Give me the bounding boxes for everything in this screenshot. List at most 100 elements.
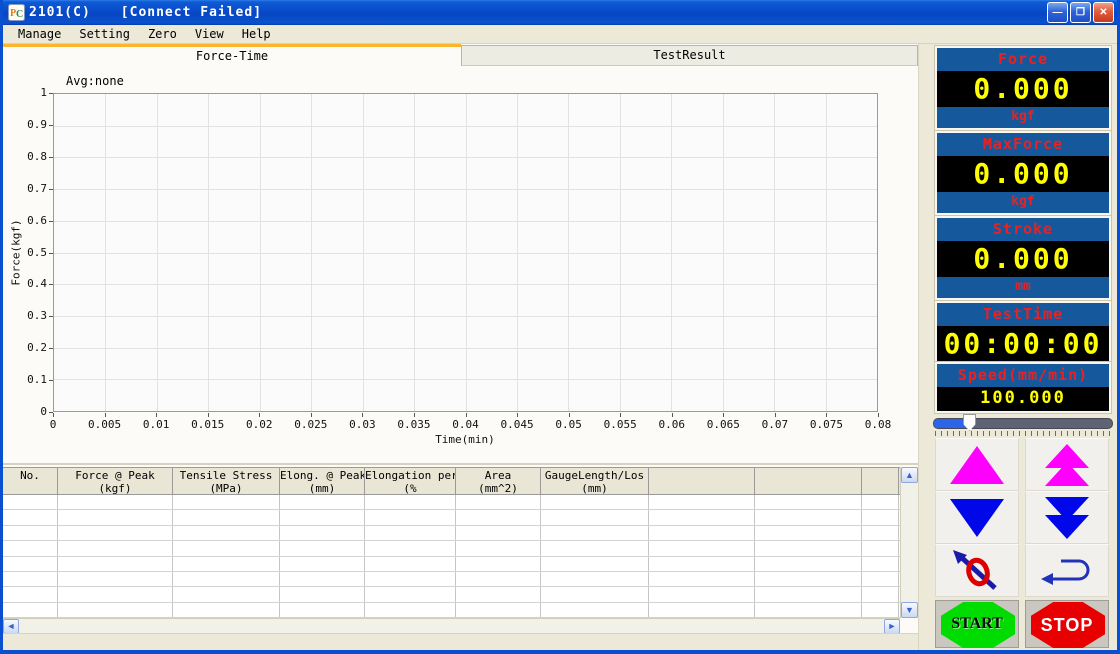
results-table-header: No.Force @ Peak(kgf)Tensile Stress(MPa)E… xyxy=(3,467,900,495)
gridline-horizontal xyxy=(54,348,877,349)
fast-up-button[interactable] xyxy=(1025,438,1109,491)
table-cell xyxy=(280,526,365,540)
table-cell xyxy=(58,495,173,509)
table-cell xyxy=(365,510,456,524)
x-tick-label: 0.075 xyxy=(798,418,854,431)
table-cell xyxy=(173,541,280,555)
table-cell xyxy=(3,495,58,509)
x-tick-label: 0.08 xyxy=(850,418,906,431)
scroll-left-icon[interactable]: ◄ xyxy=(3,619,19,634)
x-tick-mark xyxy=(775,413,776,417)
start-button[interactable]: START xyxy=(935,600,1019,648)
table-cell xyxy=(3,587,58,601)
y-tick-label: 0.7 xyxy=(5,182,47,195)
display-speed: Speed(mm/min) 100.000 xyxy=(935,362,1111,413)
return-icon xyxy=(1039,553,1095,589)
fast-down-button[interactable] xyxy=(1025,491,1109,544)
menu-item-help[interactable]: Help xyxy=(233,27,280,41)
slider-track[interactable] xyxy=(933,418,1113,429)
table-cell xyxy=(755,541,862,555)
y-tick-label: 0 xyxy=(5,405,47,418)
jog-button-column-left xyxy=(935,438,1019,597)
table-cell xyxy=(649,603,755,617)
table-cell xyxy=(456,572,541,586)
x-tick-label: 0.055 xyxy=(592,418,648,431)
display-stroke-label: Stroke xyxy=(937,218,1109,241)
status-bar xyxy=(3,633,918,650)
scroll-right-icon[interactable]: ► xyxy=(884,619,900,634)
table-cell xyxy=(173,572,280,586)
table-cell xyxy=(58,603,173,617)
table-cell xyxy=(755,603,862,617)
jog-down-button[interactable] xyxy=(935,491,1019,544)
table-cell xyxy=(456,557,541,571)
display-force-value: 0.000 xyxy=(937,71,1109,107)
tab-test-result[interactable]: TestResult xyxy=(461,45,918,66)
table-row[interactable] xyxy=(3,587,900,602)
y-tick-mark xyxy=(49,316,53,317)
x-tick-mark xyxy=(672,413,673,417)
chart-avg-annotation: Avg:none xyxy=(66,74,124,88)
table-cell xyxy=(862,603,899,617)
jog-up-button[interactable] xyxy=(935,438,1019,491)
table-cell xyxy=(58,587,173,601)
menu-item-view[interactable]: View xyxy=(186,27,233,41)
table-cell xyxy=(173,587,280,601)
minimize-button[interactable]: — xyxy=(1047,2,1068,23)
tab-force-time[interactable]: Force-Time xyxy=(3,44,461,66)
x-tick-mark xyxy=(156,413,157,417)
table-row[interactable] xyxy=(3,557,900,572)
x-tick-mark xyxy=(878,413,879,417)
table-cell xyxy=(755,557,862,571)
x-tick-label: 0.025 xyxy=(283,418,339,431)
y-tick-label: 0.8 xyxy=(5,150,47,163)
stop-button[interactable]: STOP xyxy=(1025,600,1109,648)
y-tick-label: 0.1 xyxy=(5,373,47,386)
display-force-unit: kgf xyxy=(937,107,1109,128)
table-cell xyxy=(58,510,173,524)
x-tick-mark xyxy=(362,413,363,417)
table-row[interactable] xyxy=(3,603,900,618)
y-tick-mark xyxy=(49,253,53,254)
menu-item-zero[interactable]: Zero xyxy=(139,27,186,41)
scroll-up-icon[interactable]: ▲ xyxy=(901,467,918,483)
chart-region: Avg:none Force(kgf) Time(min) 00.0050.01… xyxy=(3,66,918,465)
x-tick-mark xyxy=(723,413,724,417)
table-row[interactable] xyxy=(3,526,900,541)
window-bottom-border xyxy=(3,650,1117,654)
table-row[interactable] xyxy=(3,541,900,556)
table-cell xyxy=(365,587,456,601)
table-cell xyxy=(541,587,649,601)
table-vertical-scrollbar[interactable]: ▲ ▼ xyxy=(900,467,918,618)
maximize-button[interactable]: ❐ xyxy=(1070,2,1091,23)
display-stroke: Stroke 0.000 mm xyxy=(935,216,1111,300)
table-cell xyxy=(58,572,173,586)
table-cell xyxy=(862,541,899,555)
x-tick-label: 0.06 xyxy=(644,418,700,431)
x-tick-label: 0.005 xyxy=(77,418,133,431)
start-button-label: START xyxy=(936,615,1018,633)
table-cell xyxy=(58,526,173,540)
menu-item-setting[interactable]: Setting xyxy=(70,27,139,41)
speed-slider[interactable] xyxy=(933,414,1113,436)
return-button[interactable] xyxy=(1025,544,1109,597)
gridline-horizontal xyxy=(54,316,877,317)
table-cell xyxy=(3,572,58,586)
menu-item-manage[interactable]: Manage xyxy=(9,27,70,41)
gridline-horizontal xyxy=(54,379,877,380)
table-cell xyxy=(456,495,541,509)
main-content: Force-Time TestResult Avg:none Force(kgf… xyxy=(3,44,918,650)
close-button[interactable]: ✕ xyxy=(1093,2,1114,23)
table-row[interactable] xyxy=(3,572,900,587)
y-tick-mark xyxy=(49,189,53,190)
table-row[interactable] xyxy=(3,495,900,510)
display-testtime: TestTime 00:00:00 xyxy=(935,301,1111,364)
table-cell xyxy=(649,541,755,555)
scroll-down-icon[interactable]: ▼ xyxy=(901,602,918,618)
table-cell xyxy=(541,557,649,571)
x-tick-mark xyxy=(105,413,106,417)
table-cell xyxy=(456,603,541,617)
zero-button[interactable] xyxy=(935,544,1019,597)
table-row[interactable] xyxy=(3,510,900,525)
table-horizontal-scrollbar[interactable]: ◄ ► xyxy=(3,618,900,633)
